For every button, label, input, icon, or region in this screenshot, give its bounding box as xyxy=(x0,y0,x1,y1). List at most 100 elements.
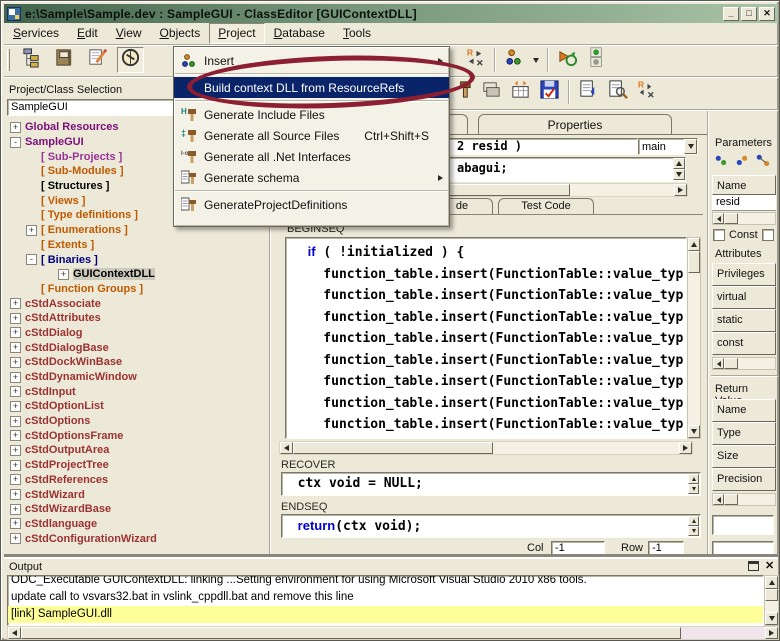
resource-check-button[interactable]: R xyxy=(633,79,660,105)
return-value-field-2[interactable] xyxy=(712,541,774,557)
expand-icon[interactable]: + xyxy=(10,386,21,397)
return-value-name[interactable]: Name xyxy=(712,399,776,422)
traffic-light-button[interactable] xyxy=(583,47,610,73)
recover-code-editor[interactable]: ctx void = NULL; xyxy=(281,472,701,496)
endseq-spinner[interactable] xyxy=(688,516,699,536)
expand-icon[interactable]: + xyxy=(10,327,21,338)
attribute-static[interactable]: static xyxy=(712,309,776,332)
expand-icon[interactable]: + xyxy=(10,518,21,529)
menu-item-insert[interactable]: Insert xyxy=(174,50,449,71)
expand-icon[interactable]: + xyxy=(10,342,21,353)
tab-properties[interactable]: Properties xyxy=(478,114,672,134)
expand-icon[interactable]: + xyxy=(10,474,21,485)
tree-item-cstdinput[interactable]: +cStdInput xyxy=(6,384,266,399)
return-value-size[interactable]: Size xyxy=(712,445,776,468)
attributes-hscrollbar[interactable] xyxy=(712,357,776,370)
tree-item-cstdoptionlist[interactable]: +cStdOptionList xyxy=(6,399,266,414)
import-grid-button[interactable] xyxy=(507,79,534,105)
const-checkbox-2[interactable] xyxy=(762,229,774,241)
menu-tools[interactable]: Tools xyxy=(334,23,380,44)
menu-item-generate-schema[interactable]: Generate schema xyxy=(174,167,449,188)
menu-item-generateprojectdefinitions[interactable]: GenerateProjectDefinitions xyxy=(174,194,449,215)
tree-item-cstdoutputarea[interactable]: +cStdOutputArea xyxy=(6,443,266,458)
return-value-precision[interactable]: Precision xyxy=(712,468,776,491)
tree-item-cstdoptionsframe[interactable]: +cStdOptionsFrame xyxy=(6,428,266,443)
menu-item-build-context-dll-from-resourcerefs[interactable]: Build context DLL from ResourceRefs xyxy=(174,77,449,98)
book-button[interactable] xyxy=(51,47,78,73)
toolbar-grip[interactable] xyxy=(7,49,10,71)
expand-icon[interactable]: + xyxy=(10,430,21,441)
tree-item-cstdattributes[interactable]: +cStdAttributes xyxy=(6,311,266,326)
expand-icon[interactable]: + xyxy=(10,533,21,544)
tab-test-code[interactable]: Test Code xyxy=(498,198,594,214)
expand-icon[interactable]: + xyxy=(26,225,37,236)
tree-item-cstdlanguage[interactable]: +cStdlanguage xyxy=(6,517,266,532)
return-value-type[interactable]: Type xyxy=(712,422,776,445)
edit-document-button[interactable] xyxy=(84,47,111,73)
doc-generate-button[interactable] xyxy=(575,79,602,105)
tree-item-cstdwizard[interactable]: +cStdWizard xyxy=(6,487,266,502)
output-hscrollbar[interactable] xyxy=(7,626,779,640)
menu-services[interactable]: Services xyxy=(4,23,68,44)
output-line-highlighted[interactable]: [link] SampleGUI.dll xyxy=(8,606,763,623)
tree-item-cstddialog[interactable]: +cStdDialog xyxy=(6,326,266,341)
return-value-hscrollbar[interactable] xyxy=(712,493,776,506)
tree-item-guicontextdll[interactable]: +GUIContextDLL xyxy=(6,267,266,282)
collapse-icon[interactable]: - xyxy=(26,254,37,265)
declaration-spinner[interactable] xyxy=(673,158,685,180)
tree-item-cstdreferences[interactable]: +cStdReferences xyxy=(6,473,266,488)
tree-item-cstddynamicwindow[interactable]: +cStdDynamicWindow xyxy=(6,370,266,385)
expand-icon[interactable]: + xyxy=(10,460,21,471)
output-line[interactable]: update call to vsvars32.bat in vslink_cp… xyxy=(8,589,763,606)
output-line[interactable]: ODC_Executable GUIContextDLL: linking ..… xyxy=(8,575,763,589)
tree-item-cstdassociate[interactable]: +cStdAssociate xyxy=(6,296,266,311)
expand-icon[interactable]: + xyxy=(10,489,21,500)
collapse-icon[interactable]: - xyxy=(10,137,21,148)
tree-item-binaries[interactable]: -[ Binaries ] xyxy=(6,252,266,267)
dock-icon[interactable] xyxy=(748,561,759,571)
expand-icon[interactable]: + xyxy=(10,416,21,427)
menu-database[interactable]: Database xyxy=(265,23,334,44)
code-vscrollbar[interactable] xyxy=(687,237,701,439)
tree-item-cstdconfigurationwizard[interactable]: +cStdConfigurationWizard xyxy=(6,531,266,546)
resource-refresh-button[interactable]: R xyxy=(462,47,489,73)
attribute-virtual[interactable]: virtual xyxy=(712,286,776,309)
expand-icon[interactable]: + xyxy=(10,372,21,383)
expand-icon[interactable]: + xyxy=(10,357,21,368)
attribute-privileges[interactable]: Privileges xyxy=(712,263,776,286)
expand-icon[interactable]: + xyxy=(58,269,69,280)
tree-item-function-groups[interactable]: [ Function Groups ] xyxy=(6,282,266,297)
code-hscrollbar[interactable] xyxy=(279,441,693,455)
menu-item-generate-include-files[interactable]: HGenerate Include Files xyxy=(174,104,449,125)
param-hscrollbar[interactable] xyxy=(712,212,776,225)
tree-item-cstdwizardbase[interactable]: +cStdWizardBase xyxy=(6,502,266,517)
return-value-field-1[interactable] xyxy=(712,515,774,535)
menu-objects[interactable]: Objects xyxy=(151,23,210,44)
output-log[interactable]: ODC_Executable GUIContextDLL: linking ..… xyxy=(7,575,764,626)
minimize-button[interactable]: _ xyxy=(723,7,739,21)
insert-objects-button[interactable] xyxy=(501,47,528,73)
link-param-icon[interactable] xyxy=(755,153,772,167)
menu-project[interactable]: Project xyxy=(209,23,264,44)
menu-edit[interactable]: Edit xyxy=(68,23,107,44)
param-column-header[interactable]: Name xyxy=(712,175,776,195)
right-splitter[interactable] xyxy=(707,111,709,557)
target-button[interactable] xyxy=(117,47,144,73)
beginseq-code-editor[interactable]: if ( !initialized ) { function_table.ins… xyxy=(285,237,687,439)
menu-item-generate-all-net-interfaces[interactable]: I-oGenerate all .Net Interfaces xyxy=(174,146,449,167)
expand-icon[interactable]: + xyxy=(10,122,21,133)
param-row-resid[interactable]: resid xyxy=(712,195,776,211)
doc-search-button[interactable] xyxy=(604,79,631,105)
insert-param-icon[interactable] xyxy=(734,153,751,167)
expand-icon[interactable]: + xyxy=(10,298,21,309)
class-tree-button[interactable] xyxy=(18,47,45,73)
menu-view[interactable]: View xyxy=(107,23,151,44)
output-close-icon[interactable]: ✕ xyxy=(765,559,774,572)
expand-icon[interactable]: + xyxy=(10,504,21,515)
hammer-button[interactable] xyxy=(449,79,476,105)
expand-icon[interactable]: + xyxy=(10,313,21,324)
menu-item-generate-all-source-files[interactable]: ‡Generate all Source FilesCtrl+Shift+S xyxy=(174,125,449,146)
recover-spinner[interactable] xyxy=(688,474,699,494)
tree-item-cstddialogbase[interactable]: +cStdDialogBase xyxy=(6,340,266,355)
title-bar[interactable]: e:\Sample\Sample.dev : SampleGUI - Class… xyxy=(4,4,778,23)
